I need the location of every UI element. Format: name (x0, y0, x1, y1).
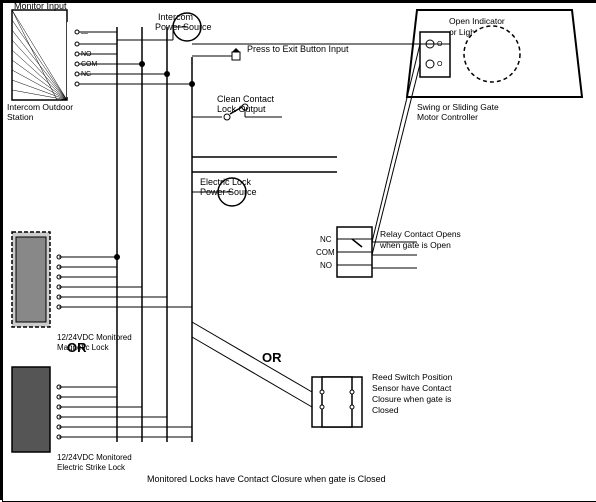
svg-text:Closed: Closed (372, 405, 399, 415)
svg-text:12/24VDC Monitored: 12/24VDC Monitored (57, 453, 132, 462)
svg-text:Monitored Locks have Contact C: Monitored Locks have Contact Closure whe… (147, 474, 386, 484)
svg-text:—: — (81, 30, 88, 37)
svg-text:Intercom Outdoor: Intercom Outdoor (7, 102, 73, 112)
svg-text:Relay Contact Opens: Relay Contact Opens (380, 229, 461, 239)
svg-text:NO: NO (320, 261, 332, 270)
svg-text:O: O (437, 61, 443, 68)
svg-text:Electric Strike Lock: Electric Strike Lock (57, 463, 126, 472)
svg-text:Open Indicator: Open Indicator (449, 16, 505, 26)
svg-text:Magnetic Lock: Magnetic Lock (57, 343, 110, 352)
svg-text:Closure when gate is: Closure when gate is (372, 394, 451, 404)
svg-text:Monitor Input: Monitor Input (14, 2, 67, 11)
svg-text:Sensor have Contact: Sensor have Contact (372, 383, 452, 393)
svg-text:Motor Controller: Motor Controller (417, 112, 478, 122)
svg-text:Intercom: Intercom (158, 12, 193, 22)
svg-text:Clean Contact: Clean Contact (217, 94, 275, 104)
wiring-diagram: Monitor Input — — NO COM NC ~ Intercom P… (0, 0, 596, 500)
svg-text:when gate is Open: when gate is Open (379, 240, 451, 250)
svg-text:Swing or Sliding Gate: Swing or Sliding Gate (417, 102, 499, 112)
svg-text:COM: COM (316, 248, 335, 257)
svg-text:Reed Switch Position: Reed Switch Position (372, 372, 453, 382)
svg-text:NC: NC (320, 235, 332, 244)
svg-text:Station: Station (7, 112, 34, 122)
svg-text:OR: OR (262, 350, 282, 365)
svg-text:Lock Output: Lock Output (217, 104, 266, 114)
svg-text:Press to Exit Button Input: Press to Exit Button Input (247, 44, 349, 54)
svg-text:Electric Lock: Electric Lock (200, 177, 252, 187)
svg-text:12/24VDC Monitored: 12/24VDC Monitored (57, 333, 132, 342)
